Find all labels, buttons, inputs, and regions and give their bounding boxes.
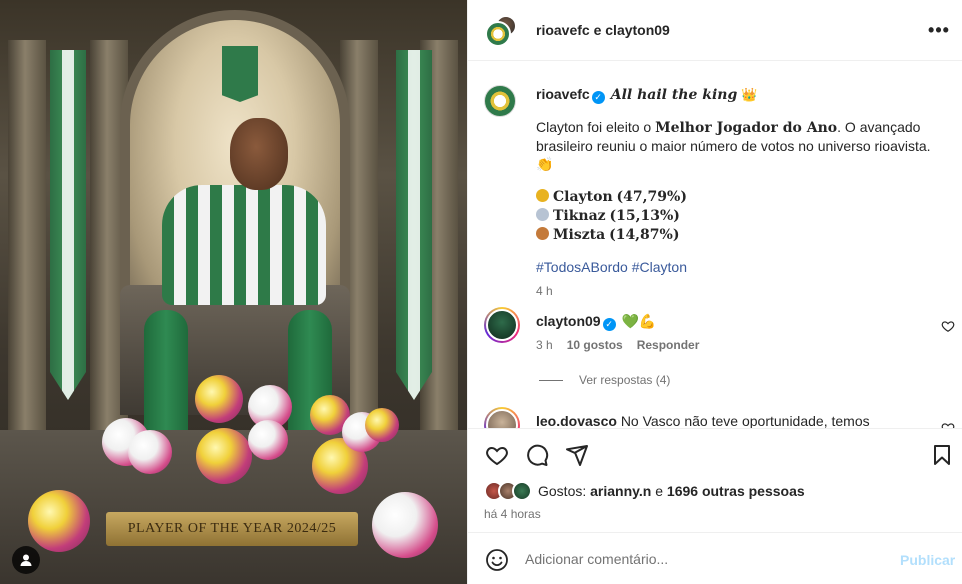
banner-left	[50, 50, 86, 400]
avatar[interactable]	[484, 85, 516, 117]
football	[372, 492, 438, 558]
heart-icon[interactable]	[941, 421, 955, 428]
save-bookmark-icon[interactable]	[930, 443, 954, 467]
comment-input[interactable]	[525, 549, 885, 569]
comment-username[interactable]: clayton09	[536, 313, 601, 329]
silver-medal-icon	[536, 208, 549, 221]
verified-icon: ✓	[591, 91, 605, 104]
avatar	[512, 481, 532, 501]
avatar[interactable]	[484, 407, 520, 428]
liker-username[interactable]: arianny.n	[590, 483, 651, 499]
player-jersey	[162, 185, 326, 305]
verified-icon: ✓	[602, 318, 616, 331]
divider	[539, 379, 563, 381]
avatar[interactable]	[484, 307, 520, 343]
post-actions: Gostos: arianny.n e 1696 outras pessoas …	[468, 428, 962, 532]
reply-button[interactable]: Responder	[637, 338, 700, 352]
post-sidebar: rioavefc e clayton09 ••• rioavefc ✓ All ha…	[467, 0, 962, 584]
share-icon[interactable]	[565, 443, 589, 467]
hashtag-link[interactable]: #TodosABordo	[536, 259, 628, 275]
post-comment-button[interactable]: Publicar	[900, 552, 955, 568]
avatar	[485, 21, 511, 47]
post-caption: rioavefc ✓ All hail the king 👑 Clayton foi …	[536, 85, 951, 300]
post-header: rioavefc e clayton09 •••	[468, 0, 962, 61]
player-head	[230, 118, 288, 190]
ranking-item: Miszta (14,87%)	[536, 225, 951, 244]
comment-composer: Publicar	[468, 532, 962, 584]
hashtag-link[interactable]: #Clayton	[632, 259, 687, 275]
likes-text: Gostos: arianny.n e 1696 outras pessoas	[538, 483, 805, 499]
likes-summary[interactable]: Gostos: arianny.n e 1696 outras pessoas	[484, 481, 805, 501]
gold-medal-icon	[536, 189, 549, 202]
ranking-list: Clayton (47,79%) Tiknaz (15,13%) Miszta …	[536, 187, 951, 244]
post-timestamp[interactable]: há 4 horas	[484, 507, 541, 521]
ranking-item: Clayton (47,79%)	[536, 187, 951, 206]
heart-icon[interactable]	[941, 319, 955, 333]
comment-time[interactable]: 3 h	[536, 338, 553, 352]
hashtags: #TodosABordo #Clayton	[536, 258, 951, 276]
comment-icon[interactable]	[525, 443, 549, 467]
football	[195, 375, 243, 423]
green-heart-emoji: 💚	[621, 313, 639, 329]
award-plaque: PLAYER OF THE YEAR 2024/25	[106, 512, 358, 546]
caption-headline: All hail the king	[610, 87, 738, 103]
bronze-medal-icon	[536, 227, 549, 240]
column-left	[8, 40, 46, 440]
crown-emoji: 👑	[741, 87, 758, 102]
caption-time[interactable]: 4 h	[536, 282, 951, 300]
view-replies-button[interactable]: Ver respostas (4)	[539, 373, 670, 387]
banner-right	[396, 50, 432, 400]
likes-count[interactable]: 1696 outras pessoas	[667, 483, 805, 499]
club-flag	[222, 46, 258, 102]
like-heart-icon[interactable]	[485, 443, 509, 467]
comment-username[interactable]: leo.dovasco	[536, 413, 617, 428]
post-image[interactable]: PLAYER OF THE YEAR 2024/25	[0, 0, 467, 584]
football	[365, 408, 399, 442]
football	[196, 428, 252, 484]
football	[128, 430, 172, 474]
comments-scroll[interactable]: rioavefc ✓ All hail the king 👑 Clayton foi …	[468, 61, 962, 428]
football	[28, 490, 90, 552]
emoji-icon[interactable]	[485, 548, 509, 572]
comment-text: No Vasco não teve oportunidade, temos	[620, 413, 870, 428]
flexed-arm-emoji: 💪	[638, 313, 657, 329]
ranking-item: Tiknaz (15,13%)	[536, 206, 951, 225]
header-accounts[interactable]: rioavefc e clayton09	[536, 22, 670, 38]
comment-likes[interactable]: 10 gostos	[567, 338, 623, 352]
caption-paragraph: Clayton foi eleito o Melhor Jogador do A…	[536, 119, 931, 172]
more-horizontal-icon[interactable]: •••	[928, 20, 950, 40]
comment-meta: 3 h 10 gostos Responder	[536, 338, 699, 352]
football	[248, 420, 288, 460]
caption-username[interactable]: rioavefc	[536, 86, 590, 102]
collab-avatars[interactable]	[485, 15, 519, 49]
person-tag-icon[interactable]	[12, 546, 40, 574]
plaque-text: PLAYER OF THE YEAR 2024/25	[127, 521, 337, 536]
